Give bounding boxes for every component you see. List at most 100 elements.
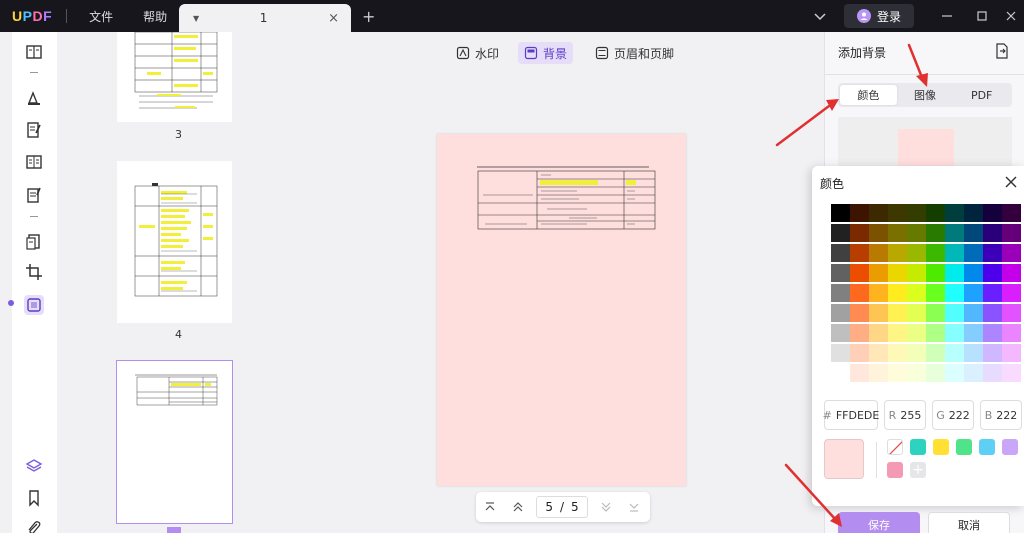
palette-color-cell[interactable] [926, 364, 945, 382]
palette-color-cell[interactable] [907, 364, 926, 382]
recent-color-swatch[interactable] [1002, 439, 1018, 455]
palette-color-cell[interactable] [831, 244, 850, 262]
reader-icon[interactable] [24, 42, 44, 62]
palette-color-cell[interactable] [945, 344, 964, 362]
palette-color-cell[interactable] [907, 244, 926, 262]
palette-color-cell[interactable] [831, 364, 850, 382]
palette-color-cell[interactable] [983, 244, 1002, 262]
palette-color-cell[interactable] [907, 224, 926, 242]
palette-color-cell[interactable] [888, 304, 907, 322]
palette-color-cell[interactable] [888, 244, 907, 262]
document-tab[interactable]: ▼ 1 × [179, 4, 351, 32]
thumbnail-page-5[interactable] [116, 360, 233, 524]
palette-color-cell[interactable] [1002, 204, 1021, 222]
recent-color-swatch[interactable] [956, 439, 972, 455]
palette-color-cell[interactable] [964, 324, 983, 342]
close-window-icon[interactable] [1003, 8, 1019, 24]
palette-color-cell[interactable] [831, 284, 850, 302]
palette-color-cell[interactable] [869, 364, 888, 382]
palette-color-cell[interactable] [945, 304, 964, 322]
add-color-icon[interactable]: + [910, 462, 926, 478]
rail-resize-handle[interactable] [8, 300, 14, 306]
palette-color-cell[interactable] [1002, 264, 1021, 282]
thumbnail-page-4[interactable] [117, 161, 232, 323]
palette-color-cell[interactable] [850, 264, 869, 282]
palette-color-cell[interactable] [907, 264, 926, 282]
palette-color-cell[interactable] [1002, 244, 1021, 262]
palette-color-cell[interactable] [945, 284, 964, 302]
tab-watermark[interactable]: 水印 [450, 42, 505, 64]
comment-icon[interactable] [24, 88, 44, 108]
next-page-icon[interactable] [592, 501, 620, 513]
palette-color-cell[interactable] [964, 344, 983, 362]
layers-icon[interactable] [24, 456, 44, 476]
recent-color-swatch[interactable] [933, 439, 949, 455]
attachment-icon[interactable] [24, 518, 44, 533]
palette-color-cell[interactable] [964, 364, 983, 382]
palette-color-cell[interactable] [1002, 224, 1021, 242]
page-organize-icon[interactable] [24, 152, 44, 172]
tab-pdf[interactable]: PDF [953, 85, 1010, 105]
palette-color-cell[interactable] [888, 264, 907, 282]
palette-color-cell[interactable] [850, 324, 869, 342]
palette-color-cell[interactable] [831, 204, 850, 222]
palette-color-cell[interactable] [964, 204, 983, 222]
palette-color-cell[interactable] [831, 344, 850, 362]
palette-color-cell[interactable] [1002, 344, 1021, 362]
palette-color-cell[interactable] [926, 304, 945, 322]
palette-color-cell[interactable] [926, 264, 945, 282]
palette-color-cell[interactable] [945, 324, 964, 342]
palette-color-cell[interactable] [888, 204, 907, 222]
hex-input[interactable]: # FFDEDE [823, 400, 879, 430]
palette-color-cell[interactable] [983, 204, 1002, 222]
add-tab-icon[interactable]: + [362, 7, 375, 26]
palette-color-cell[interactable] [945, 204, 964, 222]
palette-color-cell[interactable] [983, 344, 1002, 362]
palette-color-cell[interactable] [983, 224, 1002, 242]
menu-help[interactable]: 帮助 [143, 8, 167, 25]
palette-color-cell[interactable] [907, 204, 926, 222]
tab-color[interactable]: 颜色 [840, 85, 897, 105]
palette-color-cell[interactable] [869, 284, 888, 302]
recent-color-swatch[interactable] [910, 439, 926, 455]
palette-color-cell[interactable] [850, 204, 869, 222]
palette-color-cell[interactable] [869, 344, 888, 362]
palette-color-cell[interactable] [831, 264, 850, 282]
first-page-icon[interactable] [476, 501, 504, 513]
palette-color-cell[interactable] [983, 264, 1002, 282]
palette-color-cell[interactable] [869, 244, 888, 262]
tab-background[interactable]: 背景 [518, 42, 574, 64]
tab-close-icon[interactable]: × [328, 11, 339, 26]
palette-color-cell[interactable] [831, 324, 850, 342]
tab-header-footer[interactable]: 页眉和页脚 [589, 42, 680, 64]
palette-color-cell[interactable] [945, 244, 964, 262]
palette-color-cell[interactable] [869, 324, 888, 342]
prev-page-icon[interactable] [504, 501, 532, 513]
palette-color-cell[interactable] [831, 224, 850, 242]
palette-color-cell[interactable] [1002, 364, 1021, 382]
palette-color-cell[interactable] [869, 204, 888, 222]
cancel-button[interactable]: 取消 [928, 512, 1010, 533]
export-icon[interactable] [995, 43, 1009, 59]
palette-color-cell[interactable] [850, 364, 869, 382]
recent-color-swatch[interactable] [887, 462, 903, 478]
palette-color-cell[interactable] [964, 264, 983, 282]
chevron-down-icon[interactable] [813, 9, 827, 23]
convert-icon[interactable] [24, 232, 44, 252]
palette-color-cell[interactable] [1002, 284, 1021, 302]
palette-color-cell[interactable] [888, 284, 907, 302]
menu-file[interactable]: 文件 [89, 8, 113, 25]
bookmark-icon[interactable] [24, 488, 44, 508]
palette-color-cell[interactable] [926, 244, 945, 262]
palette-color-cell[interactable] [983, 284, 1002, 302]
palette-color-cell[interactable] [983, 304, 1002, 322]
palette-color-cell[interactable] [926, 224, 945, 242]
palette-color-cell[interactable] [926, 344, 945, 362]
palette-color-cell[interactable] [964, 244, 983, 262]
palette-color-cell[interactable] [926, 324, 945, 342]
thumbnail-page-3[interactable] [117, 32, 232, 122]
crop-icon[interactable] [24, 262, 44, 282]
popup-close-icon[interactable] [1004, 175, 1018, 189]
blue-input[interactable]: B 222 [980, 400, 1022, 430]
palette-color-cell[interactable] [869, 304, 888, 322]
